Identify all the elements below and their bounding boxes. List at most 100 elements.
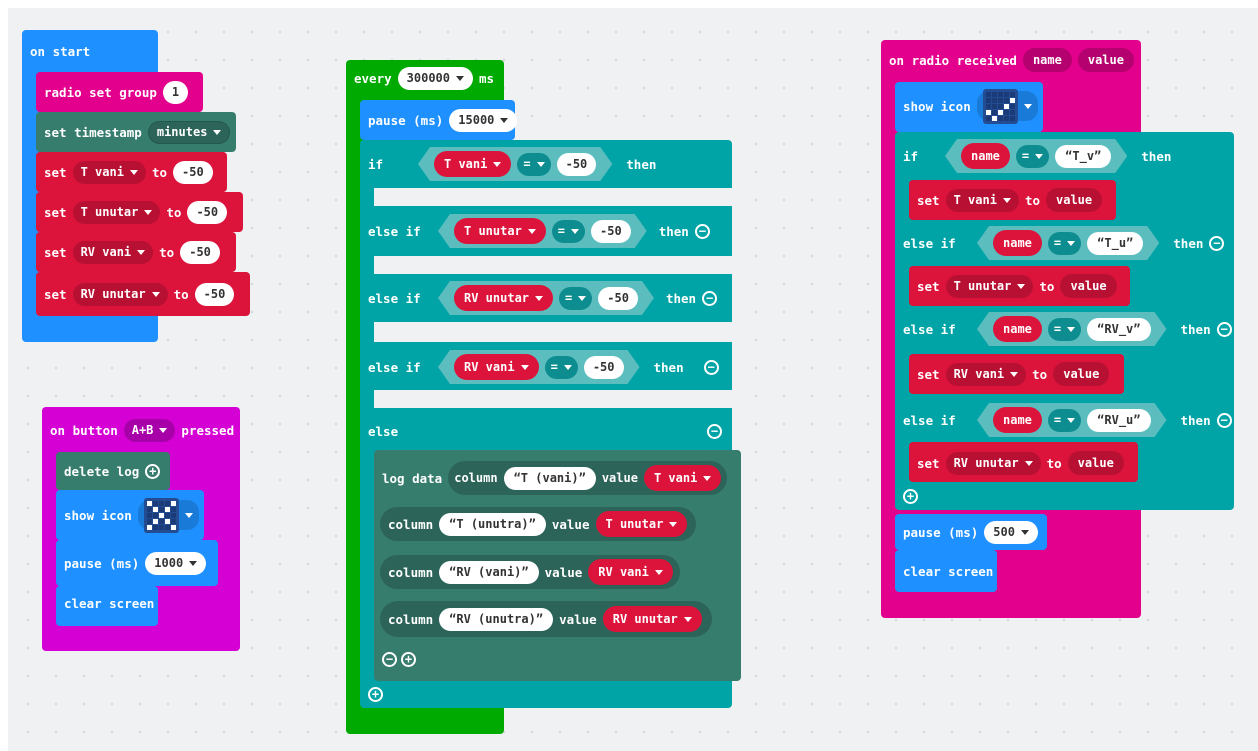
var-dropdown[interactable]: RV unutar	[945, 451, 1041, 475]
on-start-header[interactable]: on start	[22, 38, 90, 64]
column-name-input[interactable]: “T (vani)”	[503, 466, 596, 490]
radio-else-if-row-3: else if name = “RV_u” then −	[895, 402, 1232, 438]
name-param[interactable]: name	[1022, 48, 1072, 72]
column-name-input[interactable]: “RV (unutra)”	[439, 607, 554, 631]
compare-block[interactable]: RV unutar = -50	[438, 281, 654, 315]
compare-block[interactable]: name = “RV_u”	[977, 403, 1167, 437]
var-dropdown[interactable]: T unutar	[945, 274, 1034, 298]
plus-circle-icon[interactable]: +	[145, 463, 161, 479]
number-input[interactable]: -50	[173, 160, 213, 184]
var-dropdown[interactable]: T unutar	[72, 200, 161, 224]
plus-circle-icon[interactable]: +	[368, 686, 383, 702]
name-var[interactable]: name	[993, 316, 1042, 342]
text-input[interactable]: “RV_u”	[1087, 409, 1150, 432]
plus-circle-icon[interactable]: +	[903, 488, 918, 504]
number-input[interactable]: -50	[584, 356, 624, 379]
column-row-4[interactable]: column “RV (unutra)” value RV unutar	[380, 606, 702, 632]
on-button-label: on button	[50, 422, 118, 438]
interval-unit: ms	[479, 70, 495, 86]
minus-circle-icon[interactable]: −	[694, 223, 710, 239]
on-button-header[interactable]: on button A+B pressed	[42, 417, 234, 443]
number-input[interactable]: -50	[180, 240, 220, 264]
plus-circle-icon[interactable]: +	[401, 651, 416, 667]
radio-set-group-label: radio set group	[44, 84, 157, 100]
compare-block[interactable]: T unutar = -50	[438, 214, 647, 248]
var-dropdown[interactable]: RV vani	[588, 559, 673, 585]
minus-circle-icon[interactable]: −	[707, 423, 722, 439]
name-var[interactable]: name	[961, 143, 1010, 169]
name-var[interactable]: name	[993, 407, 1042, 433]
interval-dropdown[interactable]: 300000	[397, 66, 473, 90]
button-dropdown[interactable]: A+B	[123, 418, 176, 442]
operator-dropdown[interactable]: =	[1048, 409, 1081, 432]
text-input[interactable]: “T_v”	[1055, 145, 1111, 168]
column-row-2[interactable]: column “T (unutra)” value T unutar	[380, 511, 688, 537]
number-input[interactable]: -50	[187, 200, 228, 224]
operator-dropdown[interactable]: =	[517, 153, 550, 176]
var-dropdown[interactable]: T unutar	[454, 218, 546, 244]
text-input[interactable]: “RV_v”	[1087, 318, 1150, 341]
led-grid-icon	[982, 88, 1018, 124]
on-radio-header[interactable]: on radio received name value	[881, 47, 1134, 73]
compare-block[interactable]: name = “T_u”	[977, 226, 1159, 260]
var-dropdown[interactable]: RV vani	[945, 362, 1027, 386]
minus-circle-icon[interactable]: −	[382, 651, 397, 667]
var-dropdown[interactable]: T vani	[434, 151, 511, 177]
value-reporter[interactable]: value	[1053, 362, 1110, 386]
var-dropdown[interactable]: T vani	[643, 465, 722, 491]
pause-value-dropdown[interactable]: 15000	[449, 108, 518, 132]
operator-dropdown[interactable]: =	[545, 356, 578, 379]
set-label: set	[44, 286, 67, 302]
var-dropdown[interactable]: RV unutar	[602, 606, 702, 632]
icon-dropdown[interactable]	[976, 88, 1038, 124]
value-reporter[interactable]: value	[1060, 274, 1117, 298]
compare-block[interactable]: T vani = -50	[418, 147, 612, 181]
var-dropdown[interactable]: T vani	[72, 160, 146, 184]
group-value-input[interactable]: 1	[162, 80, 189, 104]
name-var[interactable]: name	[993, 230, 1042, 256]
var-dropdown[interactable]: RV vani	[72, 240, 154, 264]
var-name: RV vani	[598, 565, 649, 579]
minus-circle-icon[interactable]: −	[702, 290, 718, 306]
var-dropdown[interactable]: T vani	[945, 188, 1019, 212]
compare-block[interactable]: RV vani = -50	[438, 350, 640, 384]
show-icon-row: show icon	[56, 497, 199, 533]
number-input[interactable]: -50	[591, 220, 631, 243]
pause-value-dropdown[interactable]: 1000	[145, 551, 207, 575]
operator-dropdown[interactable]: =	[1016, 145, 1049, 168]
chevron-down-icon	[571, 229, 579, 234]
pause-value-dropdown[interactable]: 500	[984, 520, 1038, 544]
operator-dropdown[interactable]: =	[552, 220, 585, 243]
compare-block[interactable]: name = “RV_v”	[977, 312, 1167, 346]
value-reporter[interactable]: value	[1046, 188, 1103, 212]
value-reporter[interactable]: value	[1067, 451, 1124, 475]
chevron-down-icon	[1067, 241, 1075, 246]
column-name-input[interactable]: “T (unutra)”	[439, 512, 546, 536]
workspace[interactable]: on start radio set group 1 set timestamp…	[0, 0, 1258, 751]
number-input[interactable]: -50	[598, 287, 638, 310]
number-input[interactable]: -50	[557, 153, 597, 176]
column-row-3[interactable]: column “RV (vani)” value RV vani	[380, 559, 673, 585]
operator-dropdown[interactable]: =	[559, 287, 592, 310]
timestamp-unit-dropdown[interactable]: minutes	[147, 120, 231, 144]
minus-circle-icon[interactable]: −	[1216, 412, 1232, 428]
column-block[interactable]: column “T (vani)” value T vani	[448, 461, 728, 495]
operator-dropdown[interactable]: =	[1048, 232, 1081, 255]
minus-circle-icon[interactable]: −	[703, 359, 719, 375]
compare-block[interactable]: name = “T_v”	[945, 139, 1127, 173]
chevron-down-icon	[1024, 460, 1033, 466]
operator-dropdown[interactable]: =	[1048, 318, 1081, 341]
var-dropdown[interactable]: RV unutar	[454, 285, 553, 311]
button-value: A+B	[131, 423, 154, 437]
minus-circle-icon[interactable]: −	[1209, 235, 1225, 251]
number-input[interactable]: -50	[194, 282, 235, 306]
minus-circle-icon[interactable]: −	[1216, 321, 1232, 337]
var-dropdown[interactable]: RV vani	[454, 354, 539, 380]
icon-dropdown[interactable]	[137, 497, 199, 533]
value-param[interactable]: value	[1077, 48, 1134, 72]
text-input[interactable]: “T_u”	[1087, 232, 1143, 255]
column-name-input[interactable]: “RV (vani)”	[439, 560, 539, 584]
every-header[interactable]: every 300000 ms	[346, 65, 494, 91]
var-dropdown[interactable]: RV unutar	[72, 282, 168, 306]
var-dropdown[interactable]: T unutar	[595, 511, 688, 537]
